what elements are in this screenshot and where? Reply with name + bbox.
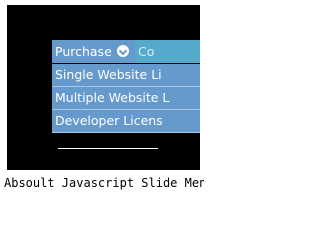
submenu-item-label: Multiple Website L [55, 90, 170, 105]
submenu-item-label: Developer Licens [55, 113, 163, 128]
submenu-item-developer-license[interactable]: Developer Licens [52, 110, 200, 133]
caption-link[interactable]: Absoult Javascript Slide Menu ... [4, 176, 204, 190]
chevron-down-icon [117, 45, 129, 57]
menu-item-purchase-label: Purchase [55, 44, 112, 59]
submenu-item-multiple-website[interactable]: Multiple Website L [52, 87, 200, 110]
submenu-purchase: Single Website Li Multiple Website L Dev… [52, 64, 200, 149]
menu-bar: Purchase Co [52, 40, 200, 63]
dropdown-menu: Purchase Co Single Website Li Multiple W… [52, 40, 200, 149]
menu-item-purchase[interactable]: Purchase [52, 40, 135, 63]
preview-stage: Purchase Co Single Website Li Multiple W… [7, 5, 200, 170]
submenu-item-single-website[interactable]: Single Website Li [52, 64, 200, 87]
submenu-underline [58, 148, 158, 149]
menu-item-contact[interactable]: Co [135, 40, 200, 63]
submenu-item-label: Single Website Li [55, 67, 162, 82]
menu-item-contact-label: Co [138, 44, 155, 59]
